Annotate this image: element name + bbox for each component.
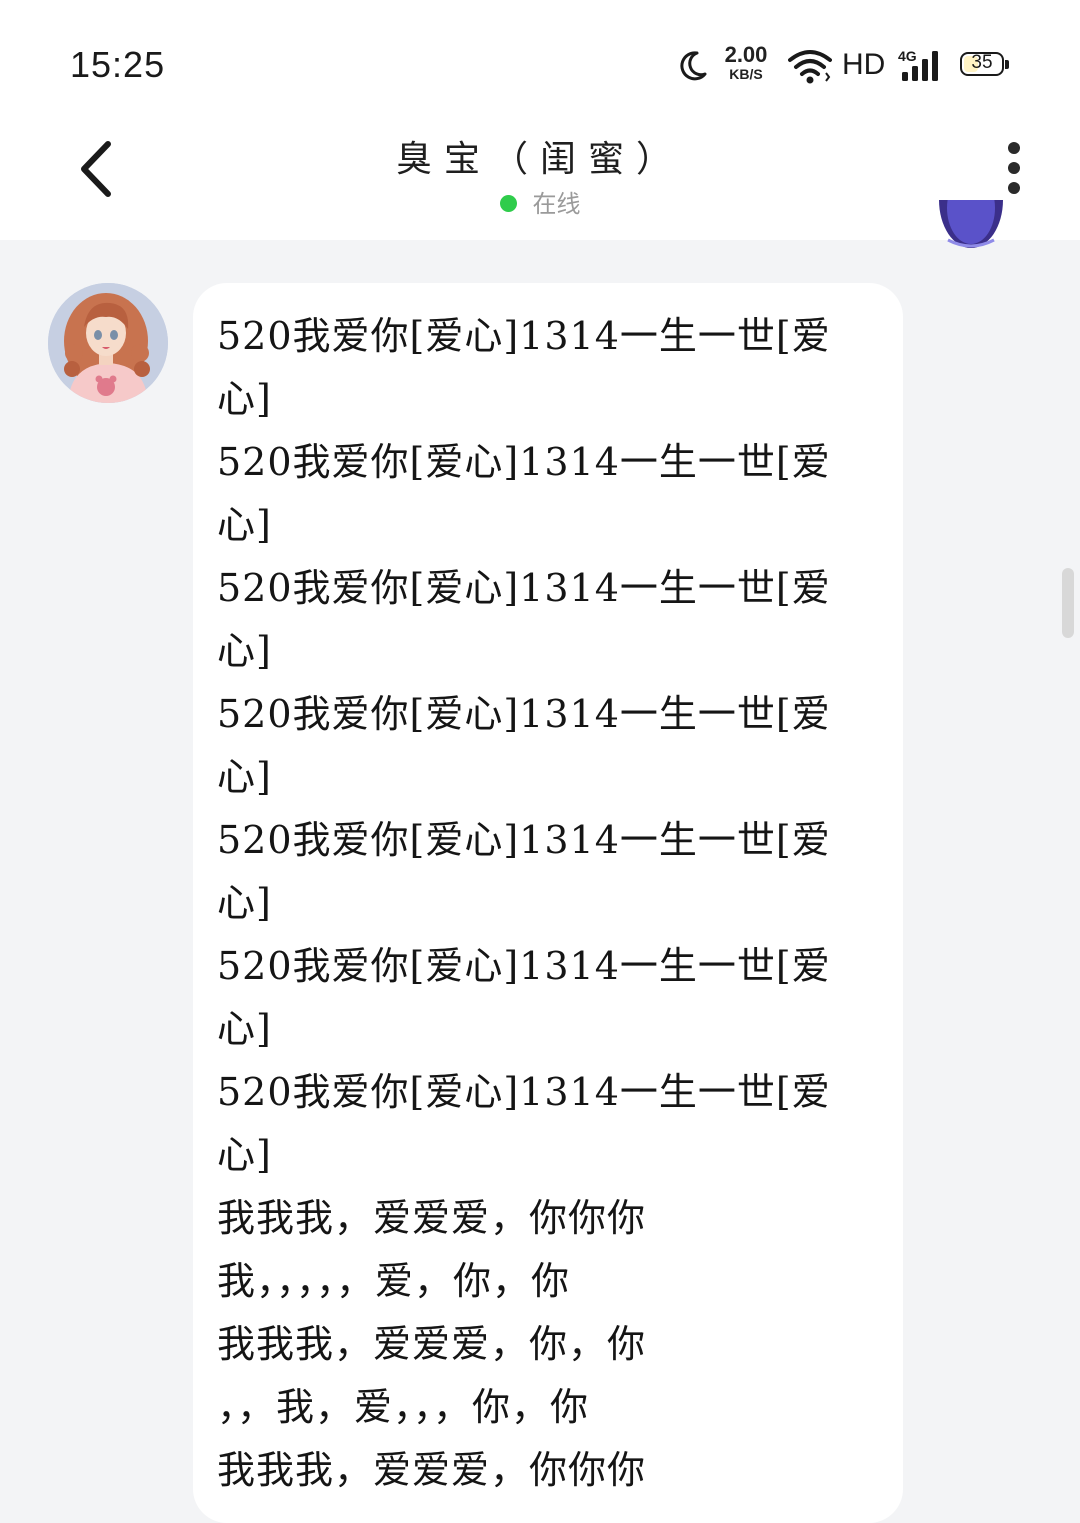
moon-icon [680,51,707,81]
message-line: 我，，，，，爱，你，你 [217,1259,571,1303]
message-line: 520我爱你[爱心]1314一生一世[爱 [217,692,831,736]
battery-icon: 35 [960,52,1009,76]
sender-avatar[interactable] [48,283,168,403]
battery-level: 35 [971,52,993,73]
message-line: 520我爱你[爱心]1314一生一世[爱 [217,1070,831,1114]
message-line: 520我爱你[爱心]1314一生一世[爱 [217,314,831,358]
message-line: 心] [217,503,272,547]
chat-header: 臭宝（闺蜜） 在线 [0,120,1080,240]
signal-icon: 4G [898,48,938,81]
page-title: 臭宝（闺蜜） [395,139,684,180]
wifi-icon [788,50,832,84]
network-type: 4G [898,48,917,64]
scrollbar[interactable] [1062,568,1074,638]
message-line: 心] [217,881,272,925]
message-line: 520我爱你[爱心]1314一生一世[爱 [217,566,831,610]
avatar[interactable] [938,200,1004,248]
message-line: 我我我，爱爱爱，你你你 [217,1196,647,1240]
message-line: 520我爱你[爱心]1314一生一世[爱 [217,440,831,484]
message-line: 心] [217,377,272,421]
message-line: 心] [217,755,272,799]
message-line: 520我爱你[爱心]1314一生一世[爱 [217,818,831,862]
presence-label: 在线 [532,190,581,218]
message-line: 我我我，爱爱爱，你，你 [217,1322,647,1366]
status-bar: 15:25 2.00 KB/S HD 4G 35 [0,0,1080,120]
network-speed: 2.00 KB/S [724,42,768,82]
message-line: ，，我，爱，，，你，你 [217,1385,590,1429]
message-line: 心] [217,629,272,673]
message-text: 520我爱你[爱心]1314一生一世[爱 心] 520我爱你[爱心]1314一生… [217,305,881,1502]
status-time: 15:25 [70,44,166,85]
message-line: 520我爱你[爱心]1314一生一世[爱 [217,944,831,988]
presence-status: 在线 [0,184,1080,219]
message-line: 我我我，爱爱爱，你你你 [217,1448,647,1492]
message-line: 心] [217,1133,272,1177]
hd-indicator: HD [842,48,886,81]
more-options-button[interactable] [994,140,1034,200]
message-line: 心] [217,1007,272,1051]
message-bubble[interactable]: 520我爱你[爱心]1314一生一世[爱 心] 520我爱你[爱心]1314一生… [193,283,903,1523]
online-dot-icon [499,194,517,212]
